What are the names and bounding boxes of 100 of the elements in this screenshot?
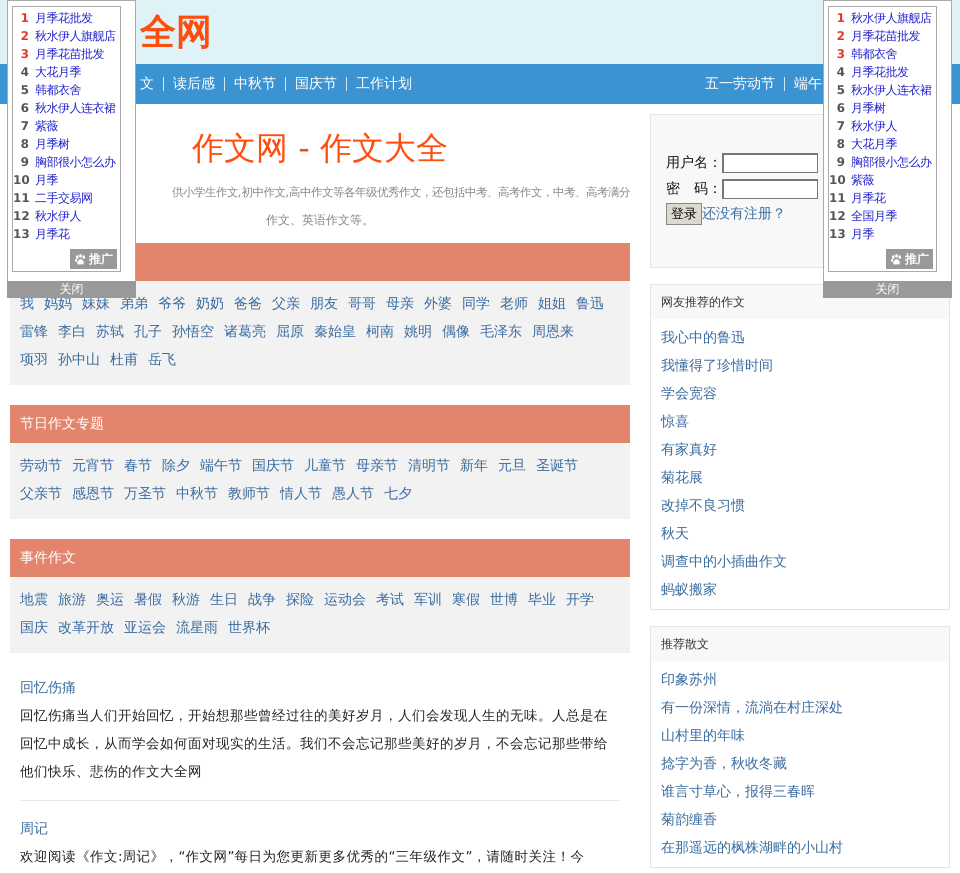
ad-link[interactable]: 月季 xyxy=(35,172,58,188)
article-link[interactable]: 我心中的鲁迅 xyxy=(661,324,745,352)
tag-link[interactable]: 岳飞 xyxy=(148,346,176,374)
ad-link[interactable]: 胸部很小怎么办 xyxy=(35,154,116,170)
tag-link[interactable]: 军训 xyxy=(414,586,442,614)
site-logo[interactable]: 全网 xyxy=(140,8,212,56)
tag-link[interactable]: 秋游 xyxy=(172,586,200,614)
ad-link[interactable]: 秋水伊人连衣裙 xyxy=(851,82,932,98)
nav-link[interactable]: 工作计划 xyxy=(356,75,412,93)
ad-link[interactable]: 二手交易网 xyxy=(35,190,92,206)
tag-link[interactable]: 项羽 xyxy=(20,346,48,374)
article-title-link[interactable]: 周记 xyxy=(20,815,620,843)
article-link[interactable]: 我懂得了珍惜时间 xyxy=(661,352,773,380)
ad-link[interactable]: 月季花 xyxy=(35,226,70,242)
tag-link[interactable]: 鲁迅 xyxy=(576,290,604,318)
tag-link[interactable]: 杜甫 xyxy=(110,346,138,374)
ad-link[interactable]: 全国月季 xyxy=(851,208,897,224)
tag-link[interactable]: 情人节 xyxy=(280,480,322,508)
tag-link[interactable]: 孙中山 xyxy=(58,346,100,374)
tag-link[interactable]: 除夕 xyxy=(162,452,190,480)
tag-link[interactable]: 元旦 xyxy=(498,452,526,480)
tag-link[interactable]: 苏轼 xyxy=(96,318,124,346)
ad-link[interactable]: 秋水伊人连衣裙 xyxy=(35,100,116,116)
close-button[interactable]: 关闭 xyxy=(7,281,136,298)
tag-link[interactable]: 奶奶 xyxy=(196,290,224,318)
tag-link[interactable]: 元宵节 xyxy=(72,452,114,480)
ad-link[interactable]: 月季花 xyxy=(851,190,886,206)
tag-link[interactable]: 亚运会 xyxy=(124,614,166,642)
tag-link[interactable]: 暑假 xyxy=(134,586,162,614)
tag-link[interactable]: 中秋节 xyxy=(176,480,218,508)
tag-link[interactable]: 考试 xyxy=(376,586,404,614)
tag-link[interactable]: 外婆 xyxy=(424,290,452,318)
ad-link[interactable]: 月季树 xyxy=(851,100,886,116)
register-link[interactable]: 还没有注册？ xyxy=(702,205,786,223)
tag-link[interactable]: 感恩节 xyxy=(72,480,114,508)
article-link[interactable]: 捻字为香，秋收冬藏 xyxy=(661,750,787,778)
article-link[interactable]: 惊喜 xyxy=(661,408,689,436)
tag-link[interactable]: 父亲 xyxy=(272,290,300,318)
tag-link[interactable]: 探险 xyxy=(286,586,314,614)
tag-link[interactable]: 新年 xyxy=(460,452,488,480)
tag-link[interactable]: 偶像 xyxy=(442,318,470,346)
tag-link[interactable]: 世博 xyxy=(490,586,518,614)
ad-link[interactable]: 大花月季 xyxy=(851,136,897,152)
tag-link[interactable]: 孔子 xyxy=(134,318,162,346)
tag-link[interactable]: 清明节 xyxy=(408,452,450,480)
tag-link[interactable]: 端午节 xyxy=(200,452,242,480)
ad-link[interactable]: 秋水伊人旗舰店 xyxy=(851,10,932,26)
nav-link[interactable]: 文 xyxy=(140,75,154,93)
tag-link[interactable]: 流星雨 xyxy=(176,614,218,642)
article-link[interactable]: 谁言寸草心，报得三春晖 xyxy=(661,778,815,806)
tag-link[interactable]: 开学 xyxy=(566,586,594,614)
article-link[interactable]: 蚂蚁搬家 xyxy=(661,576,717,604)
ad-link[interactable]: 紫薇 xyxy=(35,118,58,134)
tag-link[interactable]: 毕业 xyxy=(528,586,556,614)
article-link[interactable]: 在那遥远的枫株湖畔的小山村 xyxy=(661,834,843,862)
tag-link[interactable]: 教师节 xyxy=(228,480,270,508)
tag-link[interactable]: 世界杯 xyxy=(228,614,270,642)
promo-button[interactable]: 推广 xyxy=(886,249,933,269)
tag-link[interactable]: 毛泽东 xyxy=(480,318,522,346)
ad-link[interactable]: 秋水伊人 xyxy=(35,208,81,224)
article-link[interactable]: 学会宽容 xyxy=(661,380,717,408)
tag-link[interactable]: 愚人节 xyxy=(332,480,374,508)
tag-link[interactable]: 雷锋 xyxy=(20,318,48,346)
tag-link[interactable]: 屈原 xyxy=(276,318,304,346)
tag-link[interactable]: 七夕 xyxy=(384,480,412,508)
ad-link[interactable]: 秋水伊人 xyxy=(851,118,897,134)
ad-link[interactable]: 大花月季 xyxy=(35,64,81,80)
tag-link[interactable]: 万圣节 xyxy=(124,480,166,508)
tag-link[interactable]: 劳动节 xyxy=(20,452,62,480)
tag-link[interactable]: 旅游 xyxy=(58,586,86,614)
tag-link[interactable]: 春节 xyxy=(124,452,152,480)
article-link[interactable]: 改掉不良习惯 xyxy=(661,492,745,520)
nav-link[interactable]: 端午 xyxy=(794,75,822,93)
ad-link[interactable]: 月季树 xyxy=(35,136,70,152)
tag-link[interactable]: 母亲 xyxy=(386,290,414,318)
tag-link[interactable]: 秦始皇 xyxy=(314,318,356,346)
login-button[interactable]: 登录 xyxy=(666,203,702,225)
tag-link[interactable]: 战争 xyxy=(248,586,276,614)
tag-link[interactable]: 地震 xyxy=(20,586,48,614)
article-link[interactable]: 有一份深情，流淌在村庄深处 xyxy=(661,694,843,722)
tag-link[interactable]: 生日 xyxy=(210,586,238,614)
tag-link[interactable]: 哥哥 xyxy=(348,290,376,318)
password-field[interactable] xyxy=(722,179,818,199)
tag-link[interactable]: 孙悟空 xyxy=(172,318,214,346)
tag-link[interactable]: 周恩来 xyxy=(532,318,574,346)
ad-link[interactable]: 月季花批发 xyxy=(35,10,92,26)
article-link[interactable]: 印象苏州 xyxy=(661,666,717,694)
tag-link[interactable]: 寒假 xyxy=(452,586,480,614)
tag-link[interactable]: 奥运 xyxy=(96,586,124,614)
tag-link[interactable]: 改革开放 xyxy=(58,614,114,642)
ad-link[interactable]: 月季花批发 xyxy=(851,64,908,80)
ad-link[interactable]: 胸部很小怎么办 xyxy=(851,154,932,170)
tag-link[interactable]: 李白 xyxy=(58,318,86,346)
tag-link[interactable]: 运动会 xyxy=(324,586,366,614)
article-link[interactable]: 菊韵缠香 xyxy=(661,806,717,834)
tag-link[interactable]: 爸爸 xyxy=(234,290,262,318)
tag-link[interactable]: 国庆节 xyxy=(252,452,294,480)
article-link[interactable]: 秋天 xyxy=(661,520,689,548)
tag-link[interactable]: 圣诞节 xyxy=(536,452,578,480)
ad-link[interactable]: 月季花苗批发 xyxy=(35,46,104,62)
